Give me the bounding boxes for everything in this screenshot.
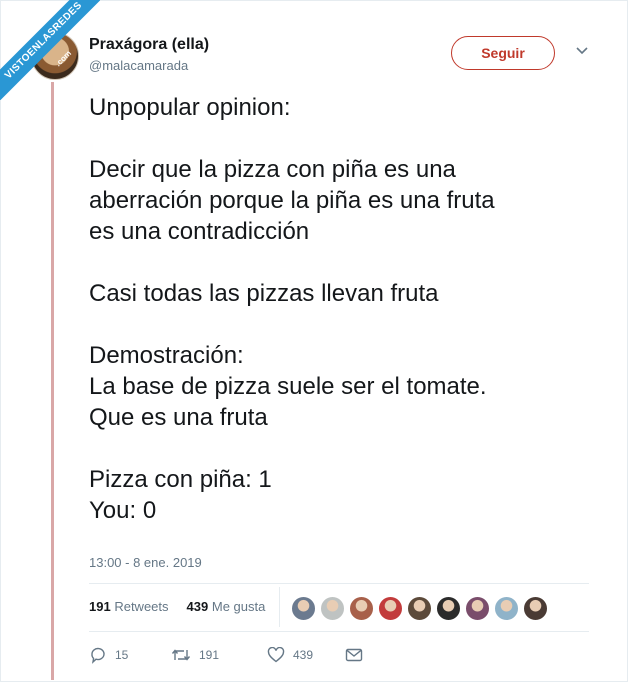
like-action[interactable]: 439 xyxy=(267,647,345,663)
tweet-line xyxy=(89,247,609,278)
retweet-icon xyxy=(171,649,191,661)
thread-line xyxy=(51,82,54,680)
reply-icon xyxy=(91,647,105,664)
retweets-label: Retweets xyxy=(114,599,169,614)
liker-avatar[interactable] xyxy=(436,596,461,621)
heart-icon xyxy=(267,647,285,663)
liker-avatar[interactable] xyxy=(320,596,345,621)
timestamp[interactable]: 13:00 - 8 ene. 2019 xyxy=(89,555,202,570)
tweet-line: Unpopular opinion: xyxy=(89,94,291,121)
tweet-line: Pizza con piña: 1 xyxy=(89,466,272,493)
tweet-line: Que es una fruta xyxy=(89,404,268,431)
retweet-action[interactable]: 191 xyxy=(171,647,267,663)
likers-avatars xyxy=(291,596,548,621)
watermark: VISTOENLASREDES .com xyxy=(0,0,100,100)
retweet-count: 191 xyxy=(199,648,220,662)
message-action[interactable] xyxy=(345,648,363,662)
liker-avatar[interactable] xyxy=(465,596,490,621)
likes-count: 439 xyxy=(186,599,209,614)
display-name[interactable]: Praxágora (ella) xyxy=(89,36,209,54)
tweet-line: es una contradicción xyxy=(89,218,310,245)
watermark-suffix: .com xyxy=(53,48,74,69)
likes-stat[interactable]: 439 Me gusta xyxy=(187,599,266,614)
liker-avatar[interactable] xyxy=(378,596,403,621)
liker-avatar[interactable] xyxy=(349,596,374,621)
tweet-line: You: 0 xyxy=(89,497,157,524)
reply-count: 15 xyxy=(115,648,129,662)
tweet-text: Unpopular opinion: Decir que la pizza con… xyxy=(89,92,609,526)
retweets-count: 191 xyxy=(89,599,111,614)
tweet-line: La base de pizza suele ser el tomate. xyxy=(89,373,487,400)
tweet-line: Casi todas las pizzas llevan fruta xyxy=(89,280,439,307)
divider xyxy=(89,631,589,632)
action-bar: 15 191 439 xyxy=(89,646,363,664)
liker-avatar[interactable] xyxy=(407,596,432,621)
tweet-line: Demostración: xyxy=(89,342,244,369)
liker-avatar[interactable] xyxy=(523,596,548,621)
reply-action[interactable]: 15 xyxy=(89,646,171,664)
follow-button[interactable]: Seguir xyxy=(451,36,555,70)
retweets-stat[interactable]: 191 Retweets xyxy=(89,599,169,614)
chevron-down-icon[interactable] xyxy=(576,46,588,56)
like-count: 439 xyxy=(293,648,314,662)
watermark-text: VISTOENLASREDES xyxy=(0,0,100,100)
tweet-line xyxy=(89,309,609,340)
liker-avatar[interactable] xyxy=(291,596,316,621)
tweet-line: Decir que la pizza con piña es una xyxy=(89,156,456,183)
liker-avatar[interactable] xyxy=(494,596,519,621)
divider xyxy=(89,583,589,584)
tweet-line: aberración porque la piña es una fruta xyxy=(89,187,495,214)
tweet-line xyxy=(89,433,609,464)
tweet-line xyxy=(89,123,609,154)
divider xyxy=(279,587,280,627)
engagement-stats: 191 Retweets 439 Me gusta xyxy=(89,599,265,614)
message-icon xyxy=(345,648,363,662)
user-handle[interactable]: @malacamarada xyxy=(89,58,188,73)
likes-label: Me gusta xyxy=(211,599,266,614)
